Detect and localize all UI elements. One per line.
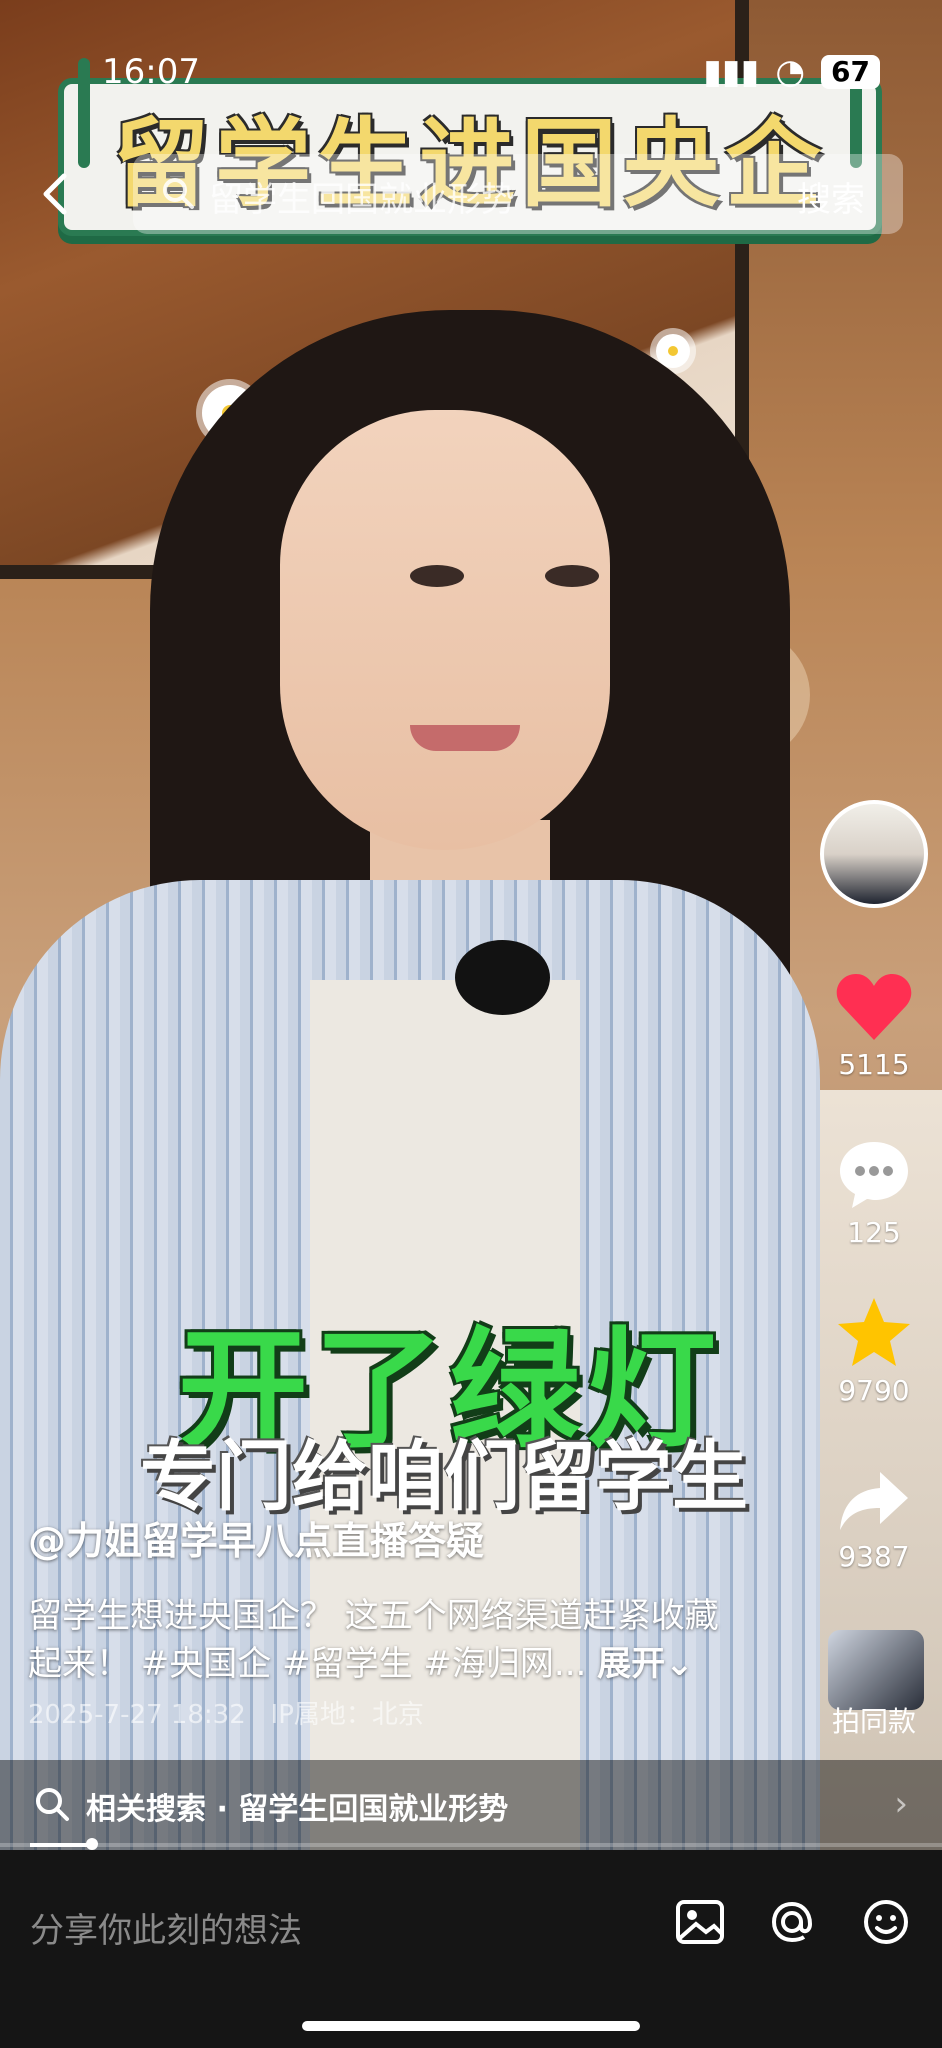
comment-button[interactable]: 125: [814, 1138, 934, 1249]
share-icon: [840, 1472, 908, 1530]
search-icon: [36, 1788, 69, 1821]
person-eye: [545, 565, 599, 587]
status-time: 16:07: [102, 52, 200, 92]
status-icons: ▮▮▮ ◔ 67: [703, 52, 880, 92]
person-eye: [410, 565, 464, 587]
chevron-down-icon: ⌄: [665, 1644, 694, 1684]
person-face: [280, 410, 610, 850]
comment-input-bar: [0, 1850, 942, 2048]
share-button[interactable]: 9387: [814, 1468, 934, 1573]
template-label[interactable]: 拍同款: [814, 1700, 934, 1740]
post-date: 2025-7-27 18:32: [28, 1700, 246, 1730]
author-name[interactable]: @力姐留学早八点直播答疑: [28, 1510, 484, 1565]
status-bar: 16:07 ▮▮▮ ◔ 67: [0, 52, 942, 96]
progress-fill: [30, 1843, 92, 1847]
author-avatar[interactable]: [820, 800, 928, 908]
search-icon: [163, 178, 194, 209]
video-caption-sub: 专门给咱们留学生: [140, 1432, 748, 1521]
related-search-bar[interactable]: 相关搜索 · 留学生回国就业形势 ›: [0, 1760, 942, 1850]
video-player[interactable]: 开了绿灯 专门给咱们留学生: [0, 0, 942, 1850]
wifi-icon: ◔: [775, 52, 806, 92]
post-description: 留学生想进央国企？ 这五个网络渠道赶紧收藏起来！ #央国企 #留学生 #海归网.…: [28, 1592, 728, 1688]
home-indicator: [302, 2021, 640, 2031]
like-button[interactable]: 5115: [814, 972, 934, 1081]
search-input[interactable]: 留学生回国就业形势: [209, 172, 515, 221]
heart-icon: [836, 974, 912, 1040]
search-bar[interactable]: 留学生回国就业形势 搜索: [133, 154, 903, 234]
ip-location: IP属地：北京: [270, 1700, 424, 1730]
emoji-icon[interactable]: [858, 1894, 914, 1950]
at-icon[interactable]: [764, 1894, 820, 1950]
comment-input[interactable]: [28, 1900, 632, 1962]
battery-indicator: 67: [821, 55, 880, 89]
image-icon[interactable]: [672, 1894, 728, 1950]
like-count: 5115: [838, 1048, 910, 1081]
signal-icon: ▮▮▮: [703, 52, 760, 92]
comment-count: 125: [847, 1216, 901, 1249]
chevron-right-icon: ›: [894, 1784, 908, 1824]
person-mouth: [410, 725, 520, 751]
expand-link[interactable]: 展开⌄: [597, 1644, 694, 1684]
share-count: 9387: [838, 1540, 910, 1573]
search-button[interactable]: 搜索: [797, 172, 865, 221]
post-meta: 2025-7-27 18:32 IP属地：北京: [28, 1694, 424, 1731]
template-thumbnail[interactable]: [828, 1630, 924, 1710]
progress-knob[interactable]: [86, 1838, 98, 1850]
star-icon: [838, 1298, 910, 1366]
favorite-count: 9790: [838, 1374, 910, 1407]
lapel-mic: [455, 940, 550, 1015]
related-search-label[interactable]: 相关搜索 · 留学生回国就业形势: [86, 1784, 508, 1828]
back-icon[interactable]: [38, 172, 70, 216]
comment-icon: [840, 1142, 908, 1208]
favorite-button[interactable]: 9790: [814, 1296, 934, 1407]
progress-track[interactable]: [0, 1843, 942, 1847]
